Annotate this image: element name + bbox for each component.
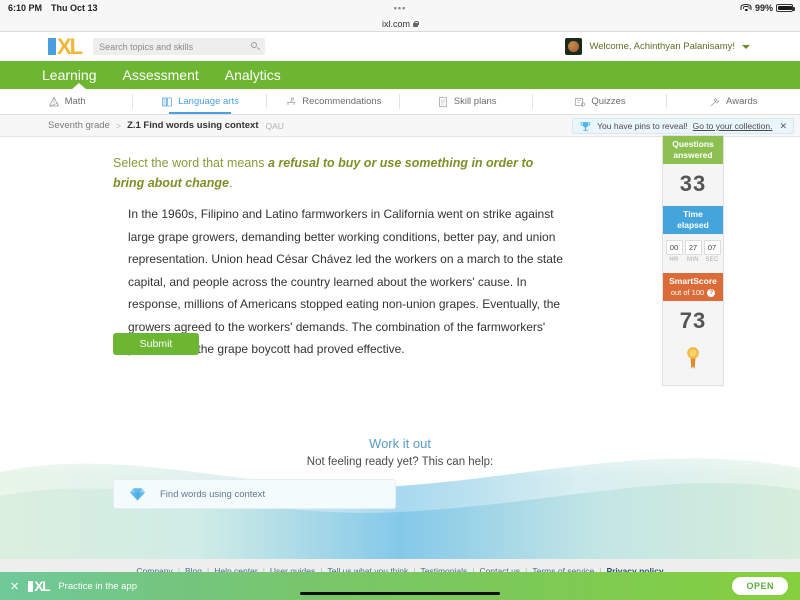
search-placeholder: Search topics and skills	[99, 41, 194, 52]
close-icon[interactable]: ✕	[779, 121, 787, 132]
browser-url-bar[interactable]: ixl.com	[0, 16, 800, 32]
timer-hours-value: 00	[665, 240, 683, 255]
smartscore-subtitle: out of 100	[670, 288, 705, 297]
timer-seconds-label: SEC	[705, 257, 719, 263]
status-time: 6:10 PM	[8, 3, 43, 13]
main-content: Select the word that means a refusal to …	[0, 135, 800, 552]
submit-button[interactable]: Submit	[113, 333, 199, 355]
related-skill-label: Find words using context	[160, 488, 266, 500]
timer-seconds-value: 07	[703, 240, 721, 255]
tab-language-arts-label: Language arts	[178, 96, 239, 107]
logo-i-bar	[48, 38, 56, 55]
ipad-screen: 6:10 PM Thu Oct 13 ••• 99% ixl.com XL Se…	[0, 0, 800, 600]
battery-icon	[776, 4, 795, 12]
tab-skill-plans-label: Skill plans	[453, 96, 497, 107]
nav-item-analytics[interactable]: Analytics	[225, 67, 281, 83]
tab-math-label: Math	[64, 96, 86, 107]
questions-answered-header: Questions answered	[663, 136, 723, 164]
timer-minutes: 27 MIN	[684, 240, 702, 263]
smartscore-header: SmartScore out of 100 ?	[663, 273, 723, 301]
quizzes-icon	[575, 97, 586, 106]
recommendations-icon	[287, 96, 296, 105]
timer: 00 HR 27 MIN 07 SEC	[665, 234, 721, 264]
smartscore-subtitle-row: out of 100 ?	[670, 287, 716, 298]
tab-overflow-dots: •••	[393, 3, 407, 13]
open-app-button[interactable]: OPEN	[732, 577, 788, 595]
medal-icon	[687, 347, 699, 369]
lock-icon	[413, 20, 419, 27]
pins-banner: You have pins to reveal! Go to your coll…	[572, 118, 794, 134]
work-it-out-subtitle: Not feeling ready yet? This can help:	[306, 456, 494, 468]
nav-item-assessment[interactable]: Assessment	[123, 67, 199, 83]
banner-logo-i-bar	[28, 580, 34, 592]
banner-label: Practice in the app	[58, 580, 137, 592]
diamond-icon	[130, 487, 145, 501]
welcome-text: Welcome, Achinthyan Palanisamy!	[589, 41, 735, 52]
question-prompt: Select the word that means a refusal to …	[113, 153, 565, 193]
work-it-out-title: Work it out	[369, 436, 431, 451]
score-panel: Questions answered 33 Time elapsed 00 HR…	[662, 135, 724, 386]
tab-language-arts[interactable]: Language arts	[133, 89, 267, 114]
ixl-logo[interactable]: XL	[48, 34, 83, 59]
tab-skill-plans[interactable]: Skill plans	[400, 89, 534, 114]
ios-status-bar: 6:10 PM Thu Oct 13 ••• 99%	[0, 0, 800, 16]
search-icon	[251, 41, 261, 50]
tab-quizzes-label: Quizzes	[591, 96, 626, 107]
banner-close-icon[interactable]: ✕	[10, 580, 19, 593]
work-it-out-section: Work it out Not feeling ready yet? This …	[0, 424, 800, 559]
status-date: Thu Oct 13	[51, 3, 98, 13]
wifi-icon	[740, 4, 752, 12]
breadcrumb-skill-code: QAU	[265, 120, 284, 131]
logo-xl-text: XL	[57, 34, 83, 59]
pins-banner-text: You have pins to reveal!	[597, 121, 688, 131]
banner-ixl-logo: XL	[28, 577, 51, 594]
battery-percent: 99%	[754, 3, 773, 13]
tab-recommendations[interactable]: Recommendations	[267, 89, 401, 114]
url-text: ixl.com	[381, 18, 410, 29]
tab-math[interactable]: Math	[0, 89, 134, 114]
questions-answered-line1: Questions	[672, 139, 714, 149]
questions-answered-line2: answered	[673, 150, 713, 160]
book-icon	[162, 97, 172, 106]
subject-tabs: Math Language arts Recommendations Skill…	[0, 89, 800, 115]
home-indicator	[300, 592, 500, 595]
tab-recommendations-label: Recommendations	[302, 96, 382, 107]
app-promo-banner: ✕ XL Practice in the app OPEN	[0, 572, 800, 600]
breadcrumb-separator: >	[115, 120, 122, 131]
pins-collection-link[interactable]: Go to your collection.	[693, 121, 773, 131]
questions-answered-value: 33	[679, 171, 707, 196]
avatar	[565, 38, 583, 55]
tab-quizzes[interactable]: Quizzes	[533, 89, 667, 114]
smartscore-value: 73	[679, 308, 707, 333]
nav-item-learning[interactable]: Learning	[42, 67, 97, 83]
question-lead: Select the word that means	[113, 156, 268, 170]
awards-icon	[710, 97, 720, 106]
chevron-down-icon	[742, 44, 750, 49]
timer-minutes-value: 27	[684, 240, 702, 255]
help-icon[interactable]: ?	[707, 288, 716, 297]
breadcrumb-skill: Z.1 Find words using context	[127, 120, 259, 131]
skillplans-icon	[438, 96, 447, 107]
site-header: XL Search topics and skills Welcome, Ach…	[0, 32, 800, 61]
math-icon	[48, 96, 59, 106]
search-input[interactable]: Search topics and skills	[93, 38, 266, 55]
trophy-icon	[580, 120, 591, 131]
time-elapsed-line1: Time	[683, 209, 703, 219]
account-menu[interactable]: Welcome, Achinthyan Palanisamy!	[565, 38, 750, 55]
timer-hours: 00 HR	[665, 240, 683, 263]
time-elapsed-line2: elapsed	[677, 220, 709, 230]
tab-awards-label: Awards	[726, 96, 758, 107]
smartscore-title: SmartScore	[669, 276, 717, 286]
timer-minutes-label: MIN	[687, 257, 699, 263]
tab-awards[interactable]: Awards	[667, 89, 800, 114]
timer-hours-label: HR	[669, 257, 679, 263]
banner-logo-xl-text: XL	[34, 577, 51, 594]
question-end: .	[228, 176, 233, 190]
breadcrumb-grade[interactable]: Seventh grade	[48, 120, 110, 131]
breadcrumb: Seventh grade > Z.1 Find words using con…	[0, 115, 800, 137]
timer-seconds: 07 SEC	[703, 240, 721, 263]
primary-nav: Learning Assessment Analytics	[0, 61, 800, 90]
related-skill-card[interactable]: Find words using context	[113, 479, 396, 509]
time-elapsed-header: Time elapsed	[663, 206, 723, 234]
